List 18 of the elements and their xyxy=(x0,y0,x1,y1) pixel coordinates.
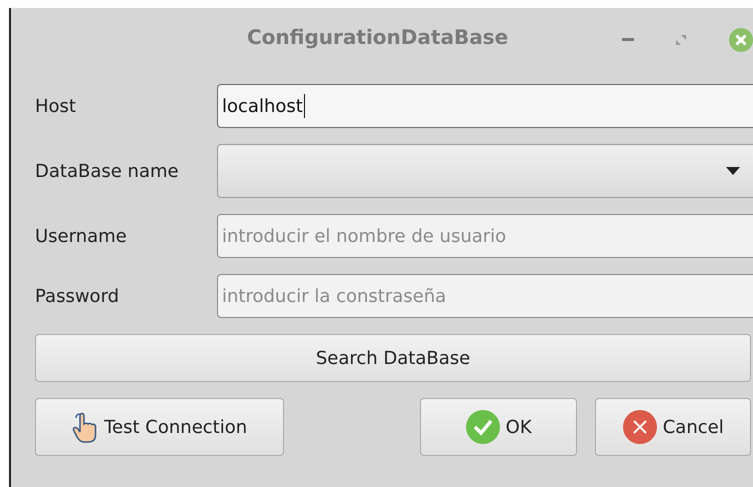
ok-button[interactable]: OK xyxy=(420,398,578,456)
window-title: ConfigurationDataBase xyxy=(247,25,508,49)
search-database-button[interactable]: Search DataBase xyxy=(35,334,751,382)
field-label: DataBase name xyxy=(35,160,180,182)
input-field[interactable]: localhost xyxy=(217,84,753,128)
checkmark-icon xyxy=(466,410,500,444)
caret-icon xyxy=(726,167,740,175)
dropdown[interactable] xyxy=(217,144,753,198)
pointing-hand-icon xyxy=(72,410,98,444)
minimize-icon[interactable] xyxy=(622,38,634,42)
close-icon xyxy=(622,410,657,444)
field-label: Password xyxy=(35,286,120,306)
field-label: Host xyxy=(35,96,77,116)
field-label: Username xyxy=(35,226,128,246)
cancel-button[interactable]: Cancel xyxy=(595,398,751,456)
test-connection-button[interactable]: Test Connection xyxy=(35,398,284,456)
close-icon[interactable] xyxy=(729,28,753,52)
maximize-icon[interactable] xyxy=(676,35,686,45)
